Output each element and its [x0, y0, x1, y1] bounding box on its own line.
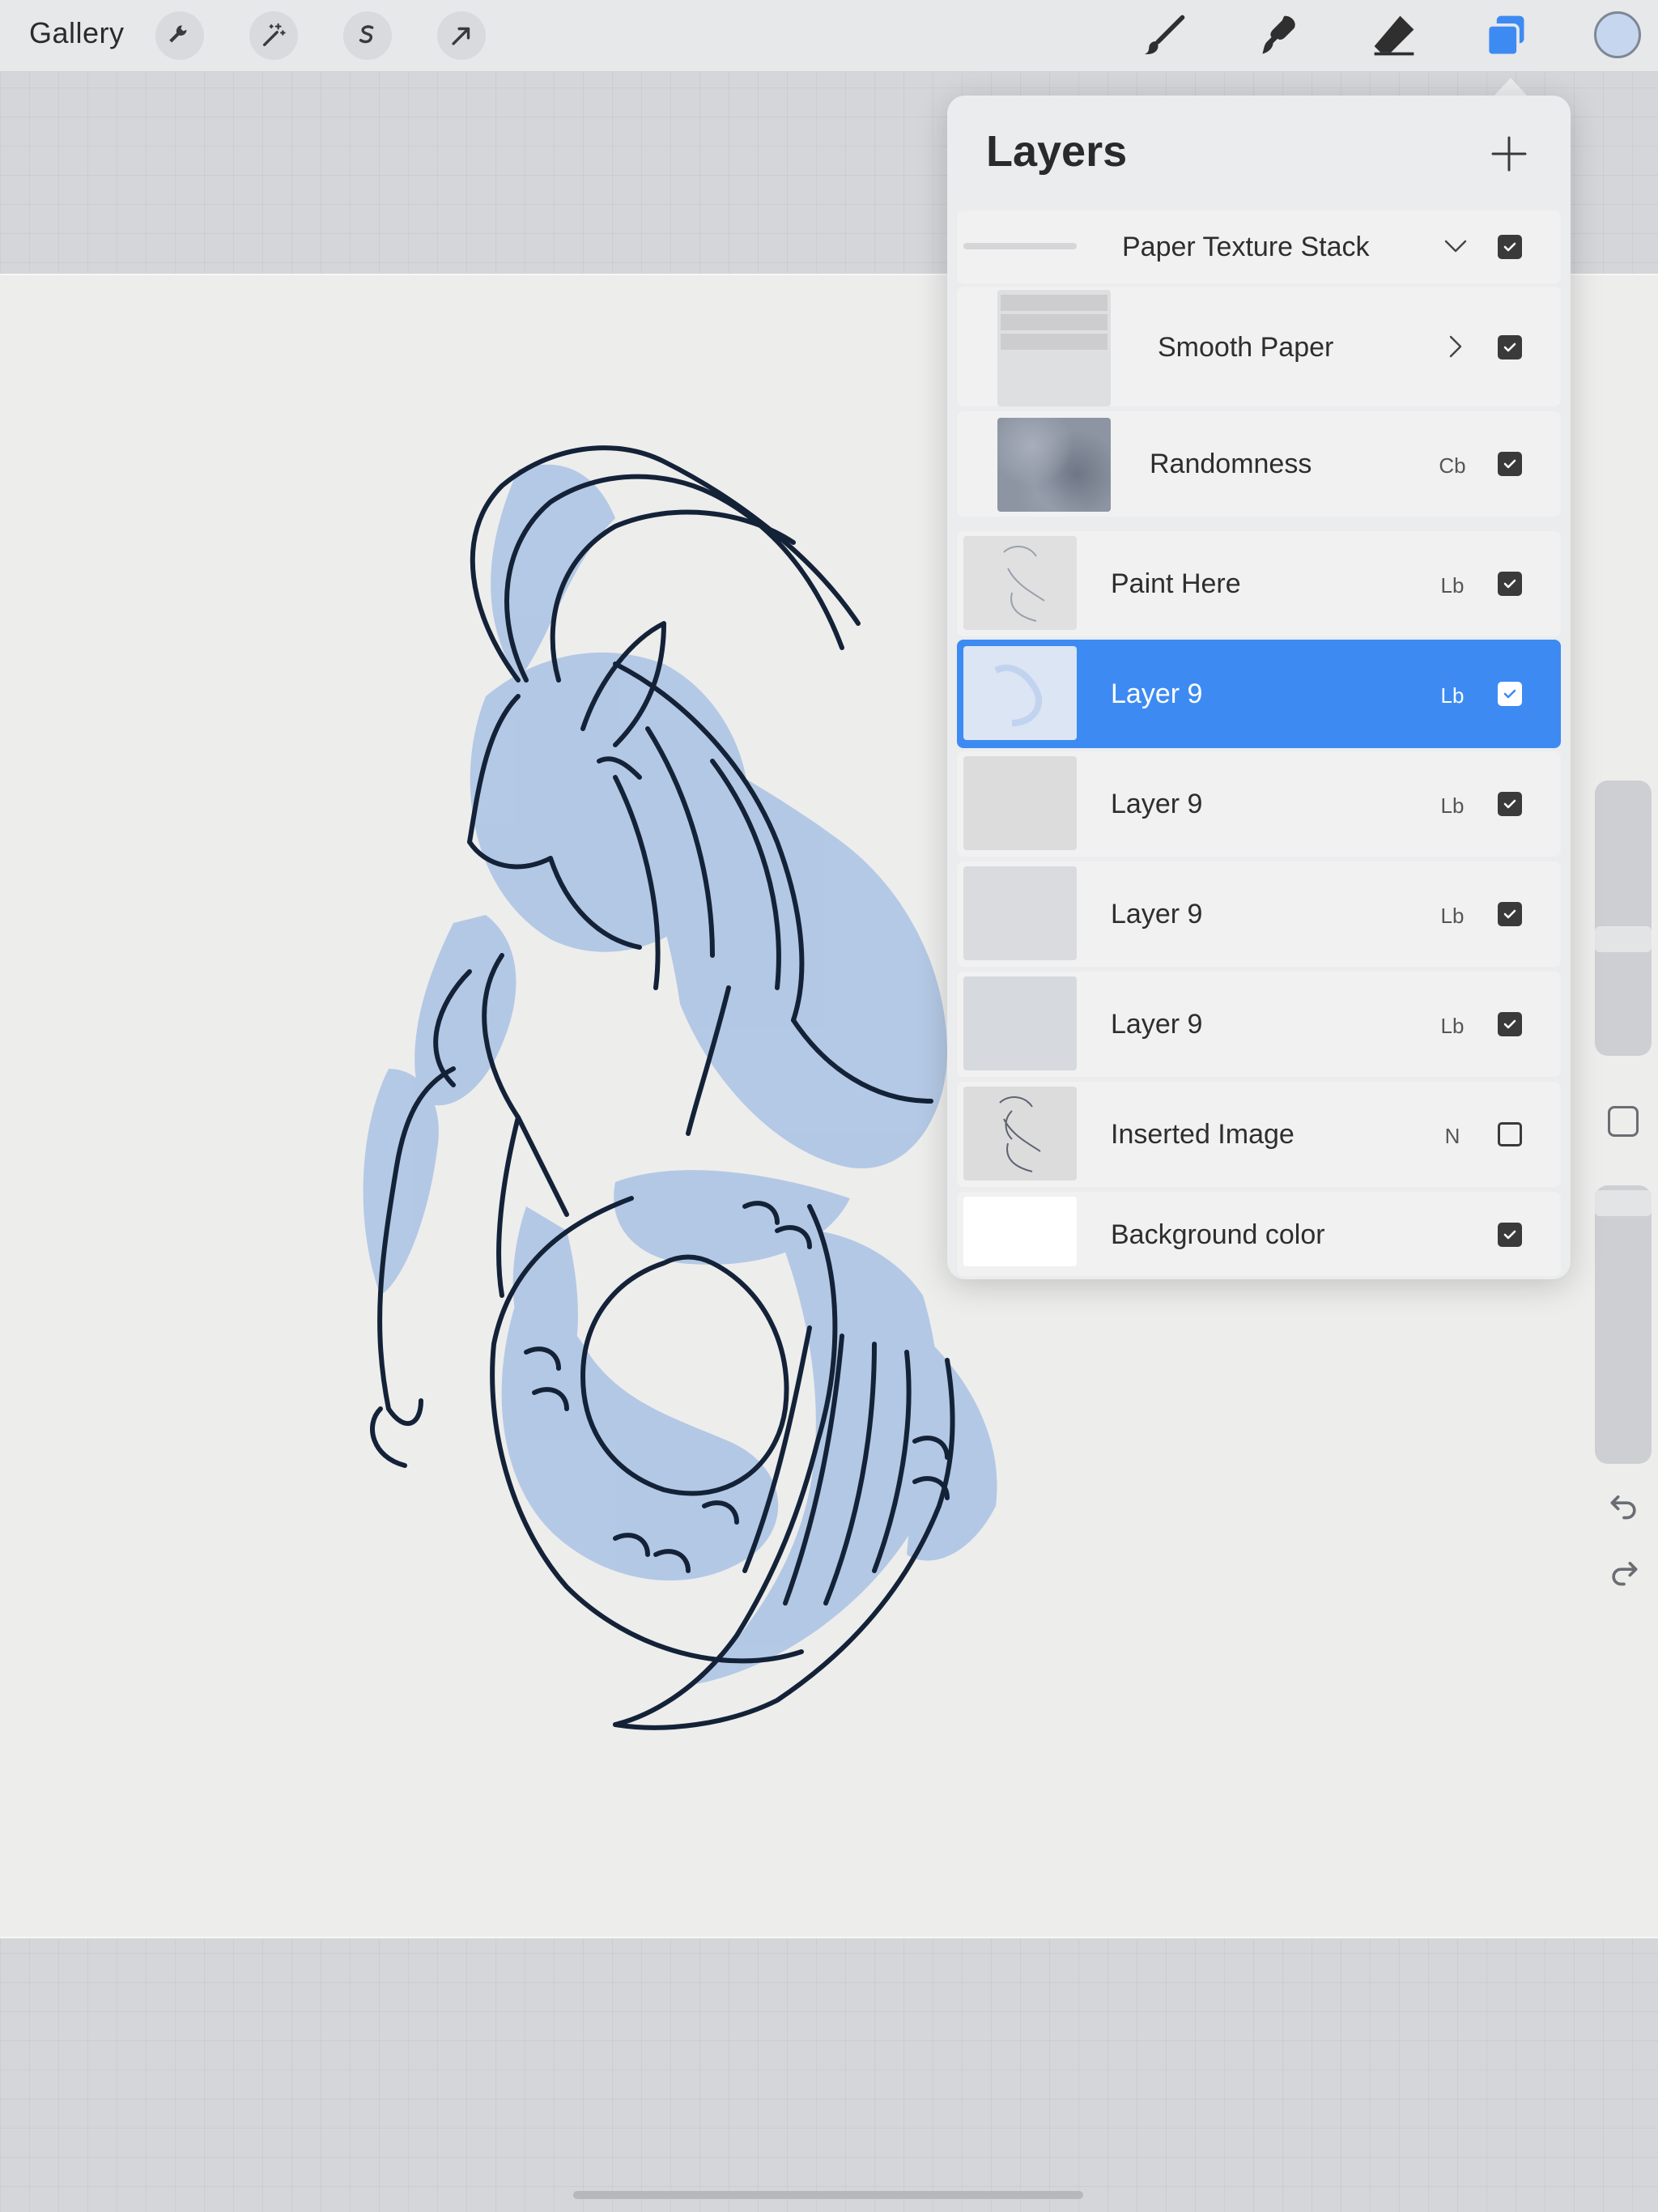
wrench-icon[interactable]	[155, 11, 204, 60]
layers-panel: Layers Paper Texture Stack Smooth Paper	[947, 96, 1571, 1279]
visibility-checkbox[interactable]	[1498, 1012, 1522, 1036]
layer-thumbnail	[963, 646, 1077, 740]
layer-name: Smooth Paper	[1158, 332, 1334, 363]
background-color-swatch[interactable]	[963, 1197, 1077, 1266]
modify-button[interactable]	[1608, 1106, 1639, 1137]
opacity-slider[interactable]	[1595, 1185, 1652, 1464]
brush-icon[interactable]	[1138, 10, 1190, 62]
layer-thumbnail	[963, 756, 1077, 850]
layer-row-inserted-image[interactable]: Inserted Image N	[957, 1082, 1561, 1187]
visibility-checkbox[interactable]	[1498, 1122, 1522, 1146]
layer-thumbnail	[963, 866, 1077, 960]
visibility-checkbox[interactable]	[1498, 452, 1522, 476]
group-thumbnail	[997, 290, 1111, 406]
layers-icon[interactable]	[1480, 10, 1532, 62]
layer-row-layer-9-selected[interactable]: Layer 9 Lb	[957, 640, 1561, 748]
transform-arrow-icon[interactable]	[437, 11, 486, 60]
layer-row-smooth-paper[interactable]: Smooth Paper	[957, 287, 1561, 406]
blend-mode[interactable]: Lb	[1436, 573, 1469, 598]
selection-icon[interactable]	[343, 11, 392, 60]
group-thumbnail	[963, 243, 1077, 249]
layer-name: Inserted Image	[1111, 1119, 1295, 1150]
opacity-knob[interactable]	[1595, 1190, 1652, 1216]
layer-name: Randomness	[1150, 449, 1312, 479]
layer-row-layer-9[interactable]: Layer 9 Lb	[957, 972, 1561, 1077]
layer-name: Paper Texture Stack	[1122, 232, 1370, 262]
blend-mode[interactable]: Lb	[1436, 1014, 1469, 1039]
chevron-down-icon[interactable]	[1439, 230, 1472, 262]
blend-mode[interactable]: Lb	[1436, 683, 1469, 708]
visibility-checkbox[interactable]	[1498, 682, 1522, 706]
layer-name: Background color	[1111, 1219, 1325, 1250]
layer-name: Layer 9	[1111, 899, 1203, 929]
layer-row-randomness[interactable]: Randomness Cb	[957, 411, 1561, 517]
layer-row-background-color[interactable]: Background color	[957, 1192, 1561, 1276]
layer-name: Layer 9	[1111, 1009, 1203, 1040]
visibility-checkbox[interactable]	[1498, 902, 1522, 926]
visibility-checkbox[interactable]	[1498, 335, 1522, 359]
eraser-icon[interactable]	[1368, 10, 1420, 62]
layer-thumbnail	[963, 536, 1077, 630]
panel-pointer	[1493, 78, 1528, 97]
visibility-checkbox[interactable]	[1498, 572, 1522, 596]
brush-size-slider[interactable]	[1595, 781, 1652, 1056]
home-indicator	[573, 2191, 1083, 2199]
blend-mode[interactable]: Cb	[1436, 453, 1469, 479]
blend-mode[interactable]: Lb	[1436, 793, 1469, 819]
chevron-right-icon[interactable]	[1439, 330, 1472, 363]
layer-name: Layer 9	[1111, 789, 1203, 819]
undo-icon[interactable]	[1606, 1487, 1642, 1522]
visibility-checkbox[interactable]	[1498, 1223, 1522, 1247]
magic-wand-icon[interactable]	[249, 11, 298, 60]
smudge-icon[interactable]	[1253, 10, 1305, 62]
visibility-checkbox[interactable]	[1498, 792, 1522, 816]
layer-name: Paint Here	[1111, 568, 1241, 599]
color-picker-swatch[interactable]	[1594, 11, 1641, 58]
layer-row-paper-texture-stack[interactable]: Paper Texture Stack	[957, 211, 1561, 283]
layer-thumbnail	[963, 1087, 1077, 1180]
layer-row-paint-here[interactable]: Paint Here Lb	[957, 531, 1561, 636]
visibility-checkbox[interactable]	[1498, 235, 1522, 259]
top-toolbar: Gallery	[0, 0, 1658, 72]
blend-mode[interactable]: N	[1436, 1124, 1469, 1149]
brush-size-knob[interactable]	[1595, 926, 1652, 952]
plus-icon[interactable]	[1486, 131, 1532, 177]
panel-title: Layers	[986, 127, 1128, 176]
blend-mode[interactable]: Lb	[1436, 904, 1469, 929]
layer-name: Layer 9	[1111, 678, 1203, 709]
redo-icon[interactable]	[1606, 1553, 1642, 1589]
gallery-button[interactable]: Gallery	[29, 16, 125, 50]
layer-row-layer-9[interactable]: Layer 9 Lb	[957, 751, 1561, 857]
layer-thumbnail	[963, 976, 1077, 1070]
layer-row-layer-9[interactable]: Layer 9 Lb	[957, 861, 1561, 967]
layer-thumbnail	[997, 418, 1111, 512]
